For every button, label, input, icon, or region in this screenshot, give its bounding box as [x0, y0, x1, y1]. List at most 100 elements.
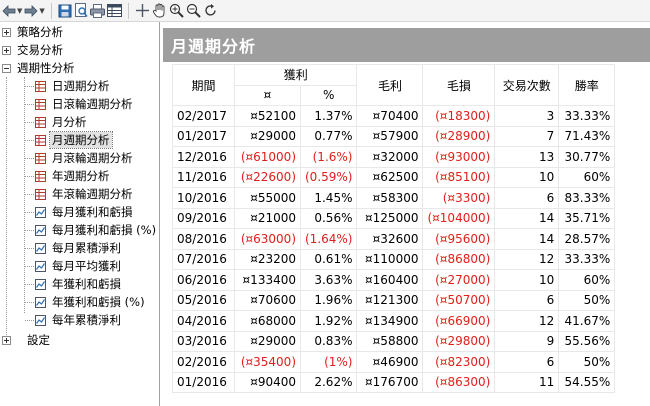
header-gross-loss[interactable]: 毛損 [422, 64, 496, 106]
tree-item[interactable]: 年獲利和虧損 [35, 275, 123, 293]
cell-gross-profit: ¤58800 [356, 330, 424, 352]
cell-trades: 11 [494, 371, 560, 393]
tree-node-trade[interactable]: 交易分析 [2, 41, 65, 59]
cell-win-rate: 30.77% [558, 146, 616, 168]
tree-item[interactable]: 月滾輪週期分析 [35, 149, 135, 167]
header-profit-pct[interactable]: % [299, 84, 358, 106]
cell-profit-amount: ¤68000 [234, 310, 301, 332]
table-row[interactable]: 02/2016 (¤35400) (1%) ¤46900 (¤82300) 6 50% [172, 351, 616, 373]
cell-period: 12/2016 [172, 146, 235, 168]
refresh-icon[interactable] [203, 2, 218, 20]
crosshair-icon[interactable] [135, 2, 150, 20]
expand-icon[interactable] [2, 335, 11, 345]
tree-node-settings[interactable]: 設定 [2, 331, 52, 349]
cell-gross-profit: ¤176700 [356, 371, 424, 393]
zoom-in-icon[interactable] [169, 2, 184, 20]
cell-gross-loss: (¤27000) [422, 269, 496, 291]
cell-gross-profit: ¤110000 [356, 248, 424, 270]
tree-node-periodic[interactable]: 週期性分析 [2, 59, 77, 77]
cell-win-rate: 50% [558, 289, 616, 311]
tree-item[interactable]: 每年累積淨利 [35, 311, 123, 329]
cell-profit-pct: 0.56% [299, 207, 358, 229]
collapse-icon[interactable] [2, 63, 11, 73]
expand-icon[interactable] [2, 45, 11, 55]
table-row[interactable]: 05/2016 ¤70600 1.96% ¤121300 (¤50700) 6 50% [172, 289, 616, 311]
header-period[interactable]: 期間 [172, 64, 235, 106]
cell-period: 10/2016 [172, 187, 235, 209]
print-icon[interactable] [89, 2, 105, 20]
table-view-icon[interactable] [106, 2, 122, 20]
cell-gross-profit: ¤32600 [356, 228, 424, 250]
cell-period: 07/2016 [172, 248, 235, 270]
chart-report-icon [35, 224, 50, 236]
cell-period: 01/2016 [172, 371, 235, 393]
cell-gross-profit: ¤134900 [356, 310, 424, 332]
cell-win-rate: 50% [558, 351, 616, 373]
save-icon[interactable] [58, 2, 72, 20]
tree-line [25, 86, 34, 87]
cell-trades: 12 [494, 310, 560, 332]
tree-node-label: 設定 [27, 333, 50, 347]
tree-item[interactable]: 月分析 [35, 113, 89, 131]
cell-trades: 6 [494, 289, 560, 311]
tree-item[interactable]: 每月累積淨利 [35, 239, 123, 257]
header-win-rate[interactable]: 勝率 [558, 64, 616, 106]
cell-profit-pct: 1.45% [299, 187, 358, 209]
cell-gross-loss: (¤18300) [422, 105, 496, 127]
table-row[interactable]: 01/2017 ¤29000 0.77% ¤57900 (¤28900) 7 71.43% [172, 125, 616, 147]
table-row[interactable]: 06/2016 ¤133400 3.63% ¤160400 (¤27000) 10 60% [172, 269, 616, 291]
cell-gross-profit: ¤62500 [356, 166, 424, 188]
back-icon[interactable]: ▼ [2, 2, 22, 20]
forward-icon[interactable]: ▼ [24, 2, 45, 20]
table-row[interactable]: 03/2016 ¤29000 0.83% ¤58800 (¤29800) 9 55.56% [172, 330, 616, 352]
tree-item[interactable]: 日滾輪週期分析 [35, 95, 135, 113]
cell-win-rate: 60% [558, 269, 616, 291]
header-trades[interactable]: 交易次數 [494, 64, 560, 106]
cell-trades: 13 [494, 146, 560, 168]
tree-item-label: 月週期分析 [49, 131, 113, 149]
cell-gross-profit: ¤32000 [356, 146, 424, 168]
expand-icon[interactable] [2, 27, 11, 37]
cell-win-rate: 55.56% [558, 330, 616, 352]
tree-item[interactable]: 年獲利和虧損 (%) [35, 293, 147, 311]
table-row[interactable]: 01/2016 ¤90400 2.62% ¤176700 (¤86300) 11 54.55… [172, 371, 616, 393]
tree-item[interactable]: 日週期分析 [35, 77, 112, 95]
table-row[interactable]: 09/2016 ¤21000 0.56% ¤125000 (¤104000) 14 35.7… [172, 207, 616, 229]
print-preview-icon[interactable] [74, 2, 88, 20]
header-gross-profit[interactable]: 毛利 [356, 64, 424, 106]
navigation-tree: 策略分析 交易分析 週期性分析 日週期分析日滾輪週期分析月分析月週期分析月滾輪週… [0, 22, 160, 406]
toolbar-separator [127, 2, 129, 19]
table-row[interactable]: 07/2016 ¤23200 0.61% ¤110000 (¤86800) 12 33.33… [172, 248, 616, 270]
zoom-out-icon[interactable] [186, 2, 201, 20]
tree-item[interactable]: 每月獲利和虧損 (%) [35, 221, 158, 239]
header-profit[interactable]: 獲利 [233, 64, 358, 86]
tree-item[interactable]: 每月獲利和虧損 [35, 203, 135, 221]
tree-item-label: 日週期分析 [52, 79, 110, 93]
table-row[interactable]: 10/2016 ¤55000 1.45% ¤58300 (¤3300) 6 83.33% [172, 187, 616, 209]
header-profit-amount[interactable]: ¤ [234, 84, 301, 106]
cell-period: 05/2016 [172, 289, 235, 311]
cell-profit-amount: ¤29000 [234, 330, 301, 352]
tree-line [25, 140, 34, 141]
table-row[interactable]: 12/2016 (¤61000) (1.6%) ¤32000 (¤93000) 13 30.… [172, 146, 616, 168]
table-row[interactable]: 02/2017 ¤52100 1.37% ¤70400 (¤18300) 3 33.33% [172, 105, 616, 127]
cell-gross-profit: ¤121300 [356, 289, 424, 311]
cell-trades: 9 [494, 330, 560, 352]
tree-item[interactable]: 每月平均獲利 [35, 257, 123, 275]
cell-profit-pct: (1.64%) [299, 228, 358, 250]
tree-item-label: 月分析 [52, 115, 87, 129]
toolbar: ▼ ▼ [0, 0, 650, 22]
tree-item-selected[interactable]: 月週期分析 [35, 131, 113, 149]
cell-profit-amount: ¤133400 [234, 269, 301, 291]
cell-profit-amount: ¤21000 [234, 207, 301, 229]
table-row[interactable]: 08/2016 (¤63000) (1.64%) ¤32600 (¤95600) 14 28… [172, 228, 616, 250]
tree-node-strategy[interactable]: 策略分析 [2, 23, 65, 41]
cell-gross-loss: (¤104000) [422, 207, 496, 229]
cell-gross-loss: (¤82300) [422, 351, 496, 373]
tree-item-label: 月滾輪週期分析 [52, 151, 133, 165]
table-row[interactable]: 11/2016 (¤22600) (0.59%) ¤62500 (¤85100) 10 60… [172, 166, 616, 188]
tree-item[interactable]: 年滾輪週期分析 [35, 185, 135, 203]
pan-hand-icon[interactable] [152, 2, 167, 20]
tree-item[interactable]: 年週期分析 [35, 167, 112, 185]
table-row[interactable]: 04/2016 ¤68000 1.92% ¤134900 (¤66900) 12 41.67… [172, 310, 616, 332]
